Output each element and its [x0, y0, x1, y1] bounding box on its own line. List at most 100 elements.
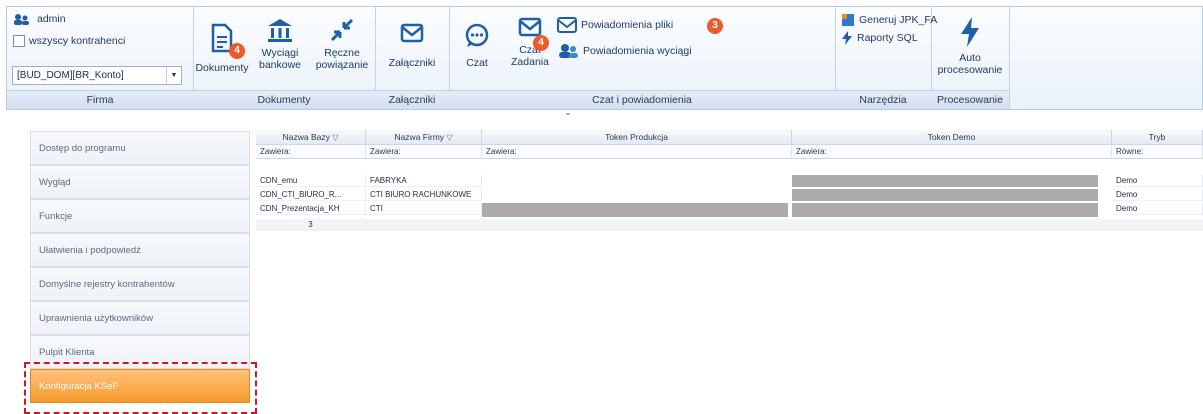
group-label-dokumenty: Dokumenty	[193, 90, 375, 109]
sidebar-item-label: Funkcje	[39, 211, 73, 222]
bank-statements-label-1: Wyciągi	[261, 47, 299, 59]
filter-icon[interactable]: ▽	[446, 130, 452, 145]
col-header-nazwa-bazy[interactable]: Nazwa Bazy ▽	[256, 130, 366, 145]
group-narzedzia: Generuj JPK_FA Raporty SQL Narzędzia	[835, 7, 937, 109]
sql-reports-button[interactable]: Raporty SQL	[841, 31, 918, 45]
user-menu[interactable]: admin	[13, 13, 66, 25]
lightning-icon	[961, 17, 979, 47]
col-header-label: Token Demo	[927, 132, 976, 142]
filter-operator: Zawiera:	[486, 147, 517, 156]
sidebar-item-label: Wygląd	[39, 177, 71, 188]
filter-nazwa-bazy[interactable]: Zawiera:	[256, 145, 366, 159]
mail-icon	[557, 17, 577, 33]
attachments-button[interactable]: Załączniki	[379, 23, 445, 69]
sidebar-item-funkcje[interactable]: Funkcje	[30, 199, 250, 233]
statement-notifications-button[interactable]: Powiadomienia wyciągi	[557, 43, 692, 59]
filter-icon[interactable]: ▽	[332, 130, 338, 145]
col-header-token-demo[interactable]: Token Demo	[792, 130, 1112, 145]
filter-operator: Zawiera:	[260, 147, 291, 156]
chat-tasks-badge: 4	[533, 35, 549, 51]
sidebar-item-ulatwienia[interactable]: Ułatwienia i podpowiedź	[30, 233, 250, 267]
bank-statements-label-2: bankowe	[258, 59, 302, 71]
sidebar-item-dostep[interactable]: Dostęp do programu	[30, 131, 250, 165]
sidebar-item-label: Ułatwienia i podpowiedź	[39, 245, 141, 256]
filter-tryb[interactable]: Równe:	[1112, 145, 1203, 159]
attachments-label: Załączniki	[388, 57, 436, 69]
filter-operator: Zawiera:	[796, 147, 827, 156]
bank-statements-button[interactable]: Wyciągi bankowe	[251, 17, 309, 71]
sidebar-item-ksef[interactable]: Konfiguracja KSeF	[30, 369, 250, 403]
chat-tasks-button[interactable]: Czat Zadania 4	[505, 17, 555, 68]
generate-jpk-button[interactable]: Generuj JPK_FA	[841, 13, 937, 27]
all-contractors-checkbox[interactable]: wszyscy kontrahenci	[13, 35, 125, 47]
table-cell-tryb[interactable]: Demo	[1112, 189, 1203, 201]
filter-operator: Równe:	[1116, 147, 1144, 156]
row-count: 3	[256, 219, 366, 231]
filter-token-demo[interactable]: Zawiera:	[792, 145, 1112, 159]
table-cell-tryb[interactable]: Demo	[1112, 175, 1203, 187]
group-konfiguracja-programu	[1009, 7, 1010, 109]
filter-nazwa-firmy[interactable]: Zawiera:	[366, 145, 482, 159]
documents-label: Dokumenty	[195, 62, 249, 74]
group-label-czat: Czat i powiadomienia	[449, 90, 835, 109]
documents-button[interactable]: Dokumenty 4	[195, 23, 249, 74]
col-header-token-produkcja[interactable]: Token Produkcja	[482, 130, 792, 145]
col-header-label: Nazwa Bazy	[282, 132, 330, 142]
sidebar-item-label: Domyślne rejestry kontrahentów	[39, 279, 175, 290]
chevron-down-icon[interactable]: ▼	[166, 67, 181, 84]
auto-processing-button[interactable]: Auto procesowanie	[935, 17, 1005, 76]
mail-icon	[518, 17, 542, 37]
col-header-label: Nazwa Firmy	[394, 132, 445, 142]
chat-bubble-icon	[465, 23, 489, 47]
checkbox-label: wszyscy kontrahenci	[29, 35, 126, 47]
manual-link-label-2: powiązanie	[315, 59, 369, 71]
sidebar-item-uprawnienia[interactable]: Uprawnienia użytkowników	[30, 301, 250, 335]
user-name: admin	[37, 13, 66, 25]
grid-footer	[366, 219, 1203, 231]
filter-token-produkcja[interactable]: Zawiera:	[482, 145, 792, 159]
sidebar-item-rejestry[interactable]: Domyślne rejestry kontrahentów	[30, 267, 250, 301]
redacted-token-produkcja	[482, 203, 788, 217]
manual-link-button[interactable]: Ręczne powiązanie	[311, 17, 373, 71]
redacted-token-demo	[792, 175, 1098, 187]
table-cell-firma[interactable]: FABRYKA	[366, 175, 482, 187]
documents-badge: 4	[229, 43, 245, 59]
table-cell-tryb[interactable]: Demo	[1112, 203, 1203, 215]
group-label-narzedzia: Narzędzia	[835, 90, 931, 109]
manual-link-label-1: Ręczne	[324, 47, 360, 59]
table-cell-baza[interactable]: CDN_CTI_BIURO_R...	[256, 189, 366, 201]
company-select-value: [BUD_DOM][BR_Konto]	[17, 70, 124, 81]
sql-reports-label: Raporty SQL	[857, 32, 918, 44]
sidebar-item-label: Pulpit Klienta	[39, 347, 95, 358]
ribbon-toolbar-right	[1008, 6, 1203, 110]
mail-icon	[400, 23, 424, 43]
file-notifications-badge: 3	[707, 18, 723, 34]
bank-icon	[268, 19, 292, 42]
company-select[interactable]: [BUD_DOM][BR_Konto] ▼	[12, 66, 182, 85]
ribbon-collapse-icon[interactable]: ⌄	[560, 109, 576, 118]
sidebar-item-label: Konfiguracja KSeF	[39, 381, 119, 392]
table-cell-firma[interactable]: CTI BIURO RACHUNKOWE	[366, 189, 482, 201]
table-cell-baza[interactable]: CDN_Prezentacja_KH	[256, 203, 366, 215]
checkbox-box[interactable]	[13, 35, 25, 47]
chat-button[interactable]: Czat	[457, 23, 497, 69]
col-header-tryb[interactable]: Tryb	[1112, 130, 1203, 145]
chat-label: Czat	[466, 57, 488, 69]
users-icon	[559, 44, 578, 58]
group-procesowanie: Auto procesowanie Procesowanie	[931, 7, 1010, 109]
chat-tasks-label-2: Zadania	[511, 56, 549, 68]
group-zalaczniki: Załączniki Załączniki	[375, 7, 450, 109]
auto-processing-label-1: Auto	[959, 52, 981, 64]
file-notifications-button[interactable]: Powiadomienia pliki	[557, 17, 673, 33]
sidebar-item-wyglad[interactable]: Wygląd	[30, 165, 250, 199]
table-cell-baza[interactable]: CDN_emu	[256, 175, 366, 187]
col-header-nazwa-firmy[interactable]: Nazwa Firmy ▽	[366, 130, 482, 145]
sidebar-item-label: Dostęp do programu	[39, 143, 126, 154]
group-label-firma: Firma	[7, 90, 193, 109]
arrows-collapse-icon	[330, 18, 354, 42]
sidebar-item-pulpit[interactable]: Pulpit Klienta	[30, 335, 250, 369]
redacted-token-demo	[792, 203, 1098, 217]
auto-processing-label-2: procesowanie	[937, 64, 1003, 76]
group-label-zalaczniki: Załączniki	[375, 90, 449, 109]
table-cell-firma[interactable]: CTI	[366, 203, 482, 215]
